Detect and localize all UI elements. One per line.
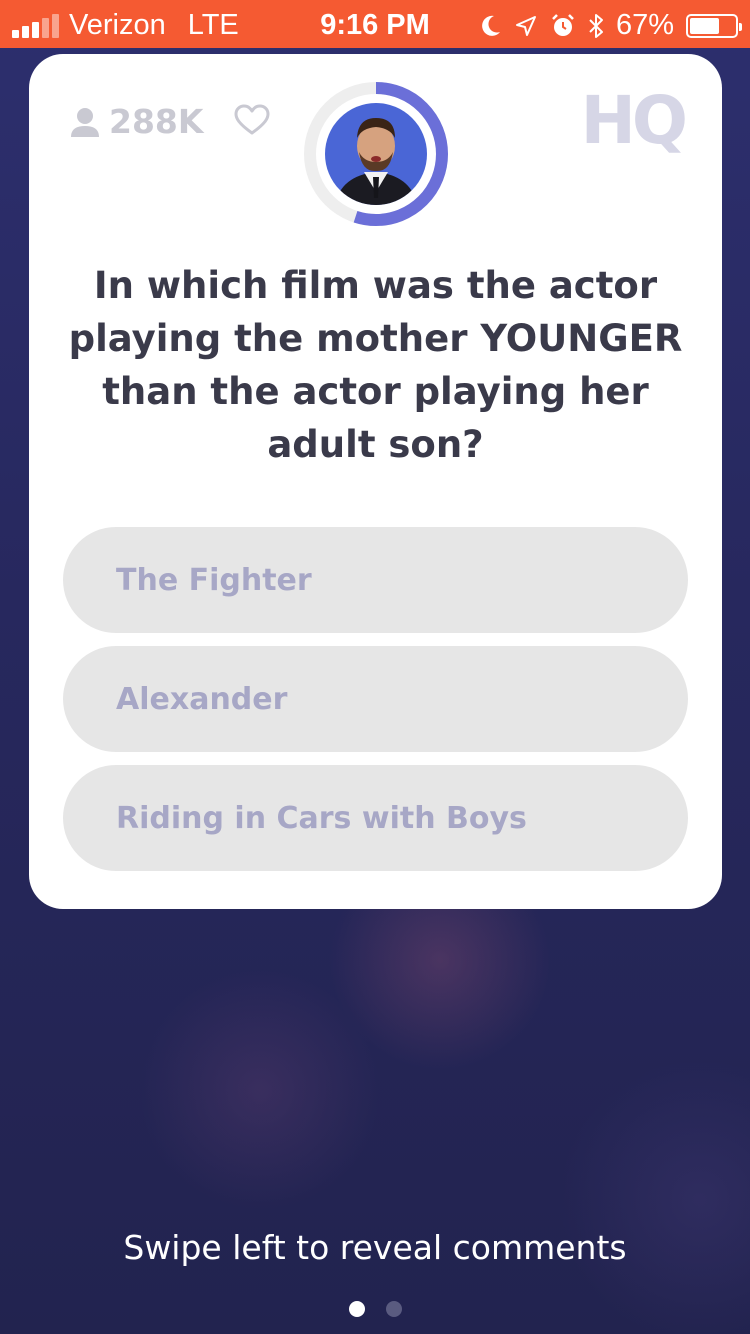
answer-option-3[interactable]: Riding in Cars with Boys	[63, 765, 688, 871]
alarm-icon	[552, 13, 574, 36]
hq-logo: HQ	[580, 82, 688, 159]
host-avatar	[325, 103, 427, 205]
host-timer	[304, 82, 448, 226]
heart-icon[interactable]	[234, 104, 270, 136]
viewer-count: 288K	[71, 102, 203, 141]
moon-icon	[482, 15, 500, 36]
answer-option-1[interactable]: The Fighter	[63, 527, 688, 633]
question-text: In which film was the actor playing the …	[68, 264, 683, 466]
battery-icon	[686, 13, 742, 38]
viewer-count-label: 288K	[109, 102, 204, 141]
swipe-hint: Swipe left to reveal comments	[123, 1228, 627, 1267]
battery-fill	[690, 17, 720, 34]
answer-option-2[interactable]: Alexander	[63, 646, 688, 752]
answer-list: The Fighter Alexander Riding in Cars wit…	[63, 527, 688, 884]
question-card: 288K HQ In which film was the actor play…	[29, 54, 722, 909]
battery-percent: 67%	[615, 9, 674, 41]
page-dot-2[interactable]	[385, 1301, 402, 1317]
user-icon	[71, 107, 99, 137]
location-icon	[515, 15, 536, 36]
status-bar: Verizon LTE 9:16 PM 67%	[0, 0, 750, 48]
page-dot-1[interactable]	[348, 1301, 365, 1317]
page-indicator[interactable]	[0, 1301, 750, 1317]
bluetooth-icon	[589, 13, 603, 38]
